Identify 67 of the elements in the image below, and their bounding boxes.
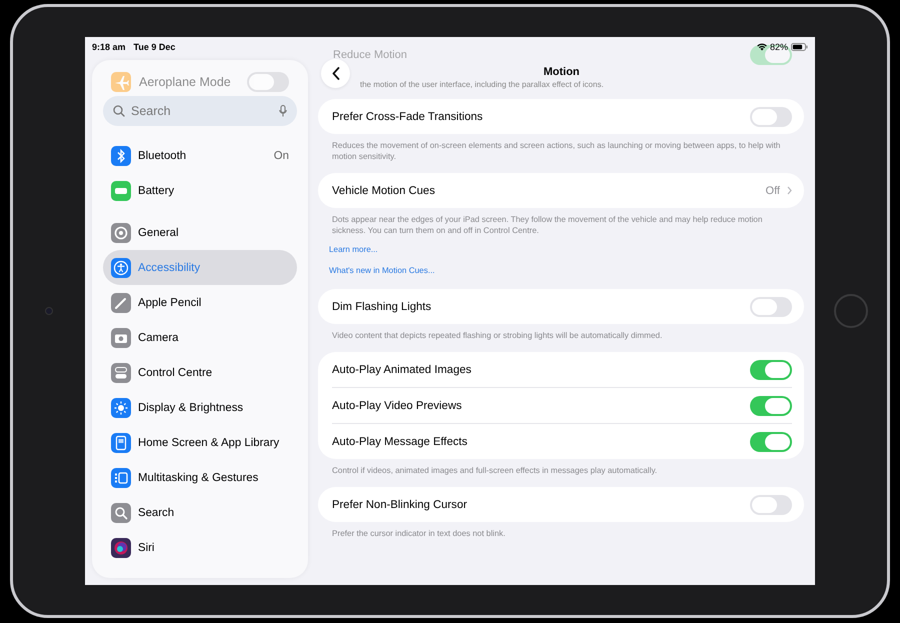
toggle-switch[interactable] — [750, 106, 792, 126]
microphone-icon — [279, 105, 287, 117]
section-footer: Prefer the cursor indicator in text does not blink. — [318, 522, 804, 539]
row-label: Auto-Play Message Effects — [332, 436, 468, 448]
sidebar-item[interactable]: Bluetooth On — [103, 138, 297, 173]
search-icon — [111, 502, 131, 522]
status-date: Tue 9 Dec — [134, 42, 176, 52]
row-label: Vehicle Motion Cues — [332, 184, 435, 196]
home-button[interactable] — [834, 294, 868, 328]
toggle-switch[interactable] — [247, 72, 289, 92]
page-title: Motion — [543, 66, 580, 78]
sidebar-item[interactable]: Home Screen & App Library — [103, 425, 297, 460]
back-button[interactable] — [321, 59, 350, 88]
toggle-switch[interactable] — [750, 360, 792, 380]
sidebar-item[interactable]: Siri — [103, 530, 297, 565]
chevron-left-icon — [332, 67, 340, 80]
row-description: the motion of the user interface, including the parallax effect of icons. — [360, 80, 604, 89]
item-value: On — [274, 150, 289, 162]
row-label: Prefer Cross-Fade Transitions — [332, 110, 483, 122]
row-label: Aeroplane Mode — [139, 75, 231, 89]
orb-icon — [111, 538, 131, 558]
battery-icon — [791, 43, 808, 51]
footer-link[interactable]: What's new in Motion Cues... — [318, 257, 446, 278]
footer-link[interactable]: Learn more... — [318, 236, 389, 257]
chevron-right-icon — [787, 186, 792, 195]
section-footer: Reduces the movement of on-screen elements and screen actions, such as launching or moving between apps, to help with motion sensitivity. — [318, 134, 804, 162]
section-footer: Video content that depicts repeated flashing or strobing lights will be automatically dimmed. — [318, 324, 804, 341]
row-label: Auto-Play Video Previews — [332, 400, 462, 412]
row-label: Prefer Non-Blinking Cursor — [332, 498, 467, 510]
battery-percent: 82% — [770, 42, 788, 52]
bluetooth-icon — [111, 146, 131, 166]
toggle-switch[interactable] — [750, 296, 792, 316]
section-footer: Control if videos, animated images and full-screen effects in messages play automatically. — [318, 459, 804, 476]
search-field[interactable]: Search — [103, 96, 297, 126]
search-input[interactable]: Search — [131, 104, 273, 118]
sidebar-item[interactable]: Control Centre — [103, 355, 297, 390]
sidebar-item[interactable]: Camera — [103, 320, 297, 355]
sidebar-item[interactable]: Apple Pencil — [103, 285, 297, 320]
toggle-switch[interactable] — [750, 45, 792, 65]
sun-icon — [111, 398, 131, 418]
gear-icon — [111, 222, 131, 242]
camera-dot — [45, 307, 53, 315]
camera-icon — [111, 328, 131, 348]
status-time: 9:18 am — [92, 42, 126, 52]
wifi-icon — [756, 43, 767, 51]
battery-icon — [111, 180, 131, 200]
row-value: Off — [766, 184, 780, 196]
sidebar-item[interactable]: Multitasking & Gestures — [103, 460, 297, 495]
search-icon — [113, 105, 125, 117]
sidebar-item[interactable]: Search — [103, 495, 297, 530]
accessibility-icon — [111, 258, 131, 278]
sidebar-item[interactable]: General — [103, 215, 297, 250]
settings-row[interactable]: Vehicle Motion Cues Off — [332, 173, 792, 208]
toggle-switch[interactable] — [750, 494, 792, 514]
sidebar-item[interactable]: Battery — [103, 173, 297, 208]
row-label: Auto-Play Animated Images — [332, 364, 472, 376]
airplane-icon — [111, 72, 131, 92]
row-label: Reduce Motion — [333, 49, 407, 61]
row-label: Dim Flashing Lights — [332, 300, 432, 312]
sidebar-item[interactable]: Display & Brightness — [103, 390, 297, 425]
section-footer: Dots appear near the edges of your iPad screen. They follow the movement of the vehicle and may help reduce motion sickness. You can turn them on and off in Control Centre. — [318, 208, 804, 236]
pencil-icon — [111, 292, 131, 312]
toggle-switch[interactable] — [750, 396, 792, 416]
toggle-switch[interactable] — [750, 432, 792, 452]
switches-icon — [111, 362, 131, 382]
multitasking-icon — [111, 468, 131, 488]
tablet-icon — [111, 432, 131, 452]
